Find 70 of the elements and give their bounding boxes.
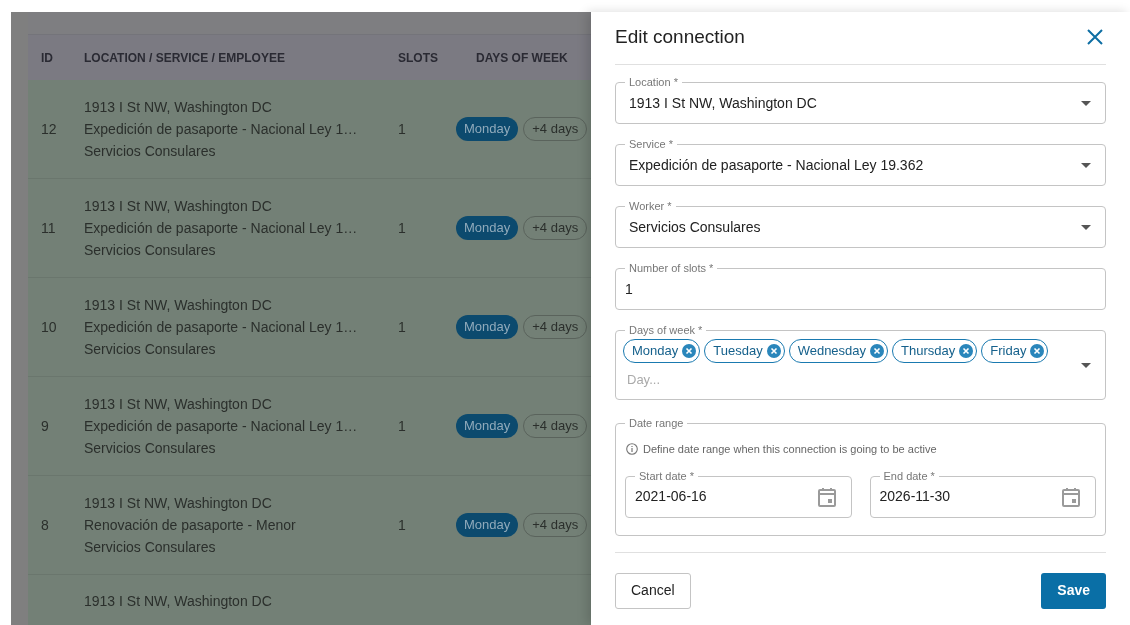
location-text: 1913 I St NW, Washington DC: [84, 592, 273, 611]
remove-icon[interactable]: [766, 343, 781, 358]
hint-text: Define date range when this connection is going to be active: [643, 442, 937, 457]
location-text: 1913 I St NW, Washington DC: [84, 98, 273, 117]
day-badge: Monday: [456, 513, 519, 537]
remove-icon[interactable]: [870, 343, 885, 358]
column-header: LOCATION / SERVICE / EMPLOYEE: [84, 49, 286, 67]
day-placeholder: Day...: [626, 370, 660, 389]
id-cell-text: 10: [40, 317, 58, 337]
field-label: Number of slots *: [625, 261, 718, 275]
location-text: 1913 I St NW, Washington DC: [84, 494, 273, 513]
table-row[interactable]: 10 1913 I St NW, Washington DC Expedición de pasaporte - Nacional Ley 1… Servicios Consulares 1 Monday +4 days: [28, 278, 591, 377]
id-cell-text: 8: [40, 515, 50, 535]
save-button[interactable]: Save: [1041, 572, 1106, 609]
employee-text: Servicios Consulares: [84, 142, 217, 161]
column-header: DAYS OF WEEK: [476, 49, 568, 67]
dropdown-caret-icon: [1081, 100, 1091, 106]
table-row[interactable]: 12 1913 I St NW, Washington DC Expedición de pasaporte - Nacional Ley 1… Servicios Consulares 1 Monday +4 days: [28, 80, 591, 179]
dropdown-caret-icon: [1081, 362, 1091, 368]
id-cell-text: 11: [40, 218, 57, 238]
column-header: ID: [40, 49, 54, 67]
field-value: 1913 I St NW, Washington DC: [629, 93, 818, 113]
field-value: Servicios Consulares: [629, 217, 762, 237]
service-text: Expedición de pasaporte - Nacional Ley 1…: [84, 318, 359, 337]
dropdown-caret-icon: [1081, 224, 1091, 230]
slots-cell-text: 1: [398, 515, 407, 535]
field-label: Location *: [625, 75, 682, 89]
calendar-icon[interactable]: [1062, 486, 1080, 507]
cancel-button[interactable]: Cancel: [615, 572, 691, 609]
field-label: Days of week *: [625, 323, 707, 337]
employee-text: Servicios Consulares: [84, 439, 217, 458]
column-header: SLOTS: [398, 49, 439, 67]
drawer-title: Edit connection: [615, 24, 745, 49]
location-text: 1913 I St NW, Washington DC: [84, 197, 273, 216]
close-icon[interactable]: [1087, 29, 1103, 45]
group-label: Date range: [625, 416, 688, 430]
remove-icon[interactable]: [959, 343, 974, 358]
table-row[interactable]: 8 1913 I St NW, Washington DC Renovación de pasaporte - Menor Servicios Consulares 1 Monday +4 days: [28, 476, 591, 575]
slots-cell-text: 1: [398, 317, 407, 337]
location-text: 1913 I St NW, Washington DC: [84, 395, 273, 414]
employee-text: Servicios Consulares: [84, 340, 217, 359]
day-badge: Monday: [456, 414, 519, 438]
field-value: Expedición de pasaporte - Nacional Ley 19.362: [629, 155, 925, 175]
remove-icon[interactable]: [1030, 343, 1045, 358]
day-badge: Monday: [456, 315, 519, 339]
date-value: 2026-11-30: [879, 487, 952, 506]
service-text: Expedición de pasaporte - Nacional Ley 1…: [84, 219, 359, 238]
table-row[interactable]: 11 1913 I St NW, Washington DC Expedición de pasaporte - Nacional Ley 1… Servicios Consulares 1 Monday +4 days: [28, 179, 591, 278]
day-badge: Monday: [456, 216, 519, 240]
table-row[interactable]: 9 1913 I St NW, Washington DC Expedición de pasaporte - Nacional Ley 1… Servicios Consulares 1 Monday +4 days: [28, 377, 591, 476]
employee-text: Servicios Consulares: [84, 241, 217, 260]
employee-text: Servicios Consulares: [84, 538, 217, 557]
service-text: Expedición de pasaporte - Nacional Ley 1…: [84, 120, 359, 139]
date-value: 2021-06-16: [635, 487, 708, 506]
dropdown-caret-icon: [1081, 162, 1091, 168]
id-cell-text: 9: [40, 416, 50, 436]
id-cell-text: 12: [40, 119, 58, 139]
location-text: 1913 I St NW, Washington DC: [84, 296, 273, 315]
field-value: 1: [625, 279, 634, 299]
field-label: Service *: [625, 137, 678, 151]
service-text: Renovación de pasaporte - Menor: [84, 516, 297, 535]
slots-cell-text: 1: [398, 119, 407, 139]
service-text: Expedición de pasaporte - Nacional Ley 1…: [84, 417, 359, 436]
info-icon: [626, 443, 638, 456]
day-badge: Monday: [456, 117, 519, 141]
slots-cell-text: 1: [398, 218, 407, 238]
slots-cell-text: 1: [398, 416, 407, 436]
calendar-icon[interactable]: [817, 486, 836, 507]
field-label: Worker *: [625, 199, 676, 213]
remove-icon[interactable]: [682, 343, 697, 358]
